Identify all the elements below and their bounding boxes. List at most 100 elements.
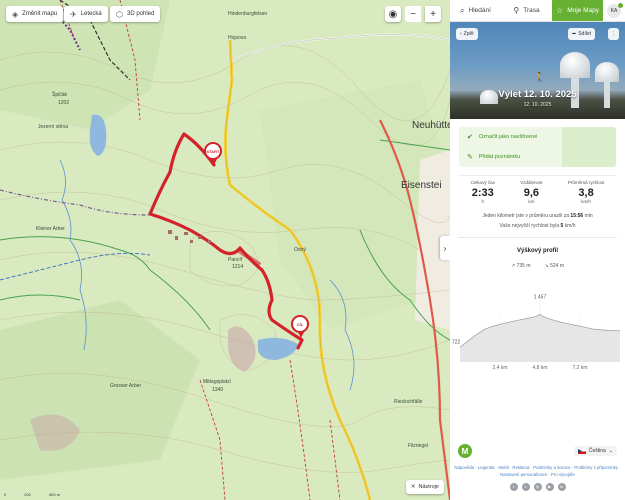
plane-icon: ✈ [70, 9, 77, 19]
share-label: Sdílet [578, 31, 591, 37]
x-tick-label: 7,2 km [572, 365, 587, 371]
trip-actions: ✔ Označit jako navštívené ✎ Přidat pozná… [459, 127, 616, 167]
add-note-button[interactable]: ✎ Přidat poznámku [459, 147, 616, 167]
ascent-icon: ↗ [511, 263, 516, 269]
back-label: Zpět [463, 31, 474, 37]
zoom-out-button[interactable]: − [405, 6, 421, 22]
chevron-left-icon: ‹ [460, 31, 462, 37]
mark-visited-label: Označit jako navštívené [478, 134, 538, 140]
pace-value: 15:56 [570, 213, 584, 219]
stat-label: Průměrná rychlost [567, 180, 605, 185]
trip-title: Výlet 12. 10. 2025 [498, 89, 577, 100]
speed-value: 5 [560, 222, 564, 229]
speed-unit: km/h [564, 222, 576, 229]
scale-label: 0 [4, 492, 7, 497]
stat-unit: h [481, 199, 485, 204]
facebook-icon[interactable]: f [509, 482, 518, 491]
add-note-label: Přidat poznámku [478, 154, 521, 160]
stat-unit: km [528, 199, 535, 204]
change-map-label: Změnit mapu [22, 11, 58, 17]
scale-label: 200 [24, 492, 31, 497]
more-button[interactable]: ⋮ [608, 28, 619, 40]
panel-tabs: ⌕ Hledání ⚲ Trasa ☆ Moje Mapy KA [450, 0, 625, 22]
aerial-button[interactable]: ✈ Letecká [64, 6, 108, 22]
aerial-label: Letecká [80, 11, 102, 17]
chevron-down-icon: ⌄ [608, 448, 613, 454]
pace-line: Jeden kilometr jste v průměru urazili za… [450, 212, 625, 222]
stat-distance: Vzdálenost 9,6 km [520, 180, 542, 204]
instagram-icon[interactable]: ◎ [533, 482, 542, 491]
tab-route[interactable]: ⚲ Trasa [501, 0, 552, 21]
pace-note: Jeden kilometr jste v průměru urazili za… [450, 212, 625, 231]
ascent-value: 735 m [516, 263, 531, 269]
descent-value: 524 m [550, 263, 564, 269]
linkedin-icon[interactable]: in [557, 482, 566, 491]
zoom-in-button[interactable]: + [425, 6, 441, 22]
back-button[interactable]: ‹ Zpět [456, 28, 478, 40]
language-select[interactable]: Čeština ⌄ [573, 446, 617, 456]
collapse-panel-handle[interactable]: › [440, 236, 450, 260]
stat-label: Vzdálenost [520, 180, 543, 185]
online-dot-icon [618, 3, 623, 8]
mapy-logo-icon[interactable]: M [458, 444, 472, 458]
plus-icon: + [430, 8, 436, 20]
user-avatar[interactable]: KA [603, 0, 625, 21]
map-label: Jezerní stěna [38, 124, 69, 130]
czech-flag-icon [577, 448, 586, 454]
map-label: 1214 [232, 264, 244, 270]
stat-unit: km/h [581, 199, 591, 204]
finish-label: CÍL [296, 321, 304, 327]
chevron-right-icon: › [443, 243, 447, 253]
hiker-icon: 🚶 [534, 72, 546, 82]
map-label: Kleiner Arber [36, 226, 65, 232]
youtube-icon[interactable]: ▶ [545, 482, 554, 491]
footer-links[interactable]: Nápověda · Legenda · Mobil · Reklama · P… [450, 464, 625, 479]
locate-icon: ◉ [388, 8, 398, 20]
tab-search[interactable]: ⌕ Hledání [450, 0, 501, 21]
minus-icon: − [410, 8, 416, 20]
stat-value: 3,8 [578, 187, 594, 199]
map-label: Rieslochfälle [394, 399, 423, 405]
map-scale: 0 200 400 m [4, 492, 60, 497]
layers-icon: ◈ [12, 9, 19, 19]
map-label: Pancíř [228, 257, 243, 263]
tab-my-maps-label: Moje Mapy [567, 7, 599, 14]
mark-visited-button[interactable]: ✔ Označit jako navštívené [459, 127, 616, 147]
elevation-area [460, 314, 620, 362]
locate-button[interactable]: ◉ [385, 6, 401, 22]
share-button[interactable]: ➦ Sdílet [568, 28, 595, 40]
star-icon: ☆ [556, 6, 564, 15]
panel-footer: M Čeština ⌄ Nápověda · Legenda · Mobil ·… [450, 444, 625, 491]
elevation-profile-chart[interactable]: 2,4 km 4,8 km 7,2 km 1 457 722 [450, 282, 625, 372]
finish-pin[interactable]: CÍL [291, 315, 309, 338]
start-pin[interactable]: START [204, 142, 222, 165]
x-icon[interactable]: x [521, 482, 530, 491]
stat-total-time: Celkový čas 2:33 h [471, 180, 495, 204]
change-map-button[interactable]: ◈ Změnit mapu [6, 6, 64, 22]
check-icon: ✔ [467, 134, 473, 141]
map-label: 1202 [58, 100, 70, 106]
map-terrain [0, 0, 450, 500]
map-label: 1340 [212, 387, 224, 393]
descent-icon: ↘ [544, 263, 549, 269]
map-label: Hindenburgfelsen [228, 11, 268, 17]
map-canvas[interactable]: Hindenburgfelsen Špičák 1202 Jezerní stě… [0, 0, 450, 500]
tools-label: Nástroje [418, 484, 439, 490]
side-panel: ⌕ Hledání ⚲ Trasa ☆ Moje Mapy KA ‹ Zpět … [450, 0, 625, 500]
elevation-summary: ↗ 735 m ↘ 524 m [450, 263, 625, 269]
3d-view-button[interactable]: ⬡ 3D pohled [110, 6, 161, 22]
map-label: Filzriegel [408, 443, 429, 449]
stat-value: 2:33 [471, 187, 494, 199]
tab-my-maps[interactable]: ☆ Moje Mapy [552, 0, 603, 21]
radar-dome-image [560, 52, 590, 78]
pace-text: Jeden kilometr jste v průměru urazili za [482, 213, 570, 219]
tools-button[interactable]: ✕ Nástroje [405, 480, 444, 494]
share-icon: ➦ [572, 31, 577, 37]
tab-route-label: Trasa [523, 7, 540, 14]
stat-avg-speed: Průměrná rychlost 3,8 km/h [568, 180, 605, 204]
radar-dome-image [595, 62, 619, 82]
map-label: Hojsova [228, 35, 247, 41]
start-label: START [206, 148, 220, 154]
divider [458, 237, 617, 238]
speed-line: Vaše nejvyšší rychlost byla 5 km/h [450, 222, 625, 232]
